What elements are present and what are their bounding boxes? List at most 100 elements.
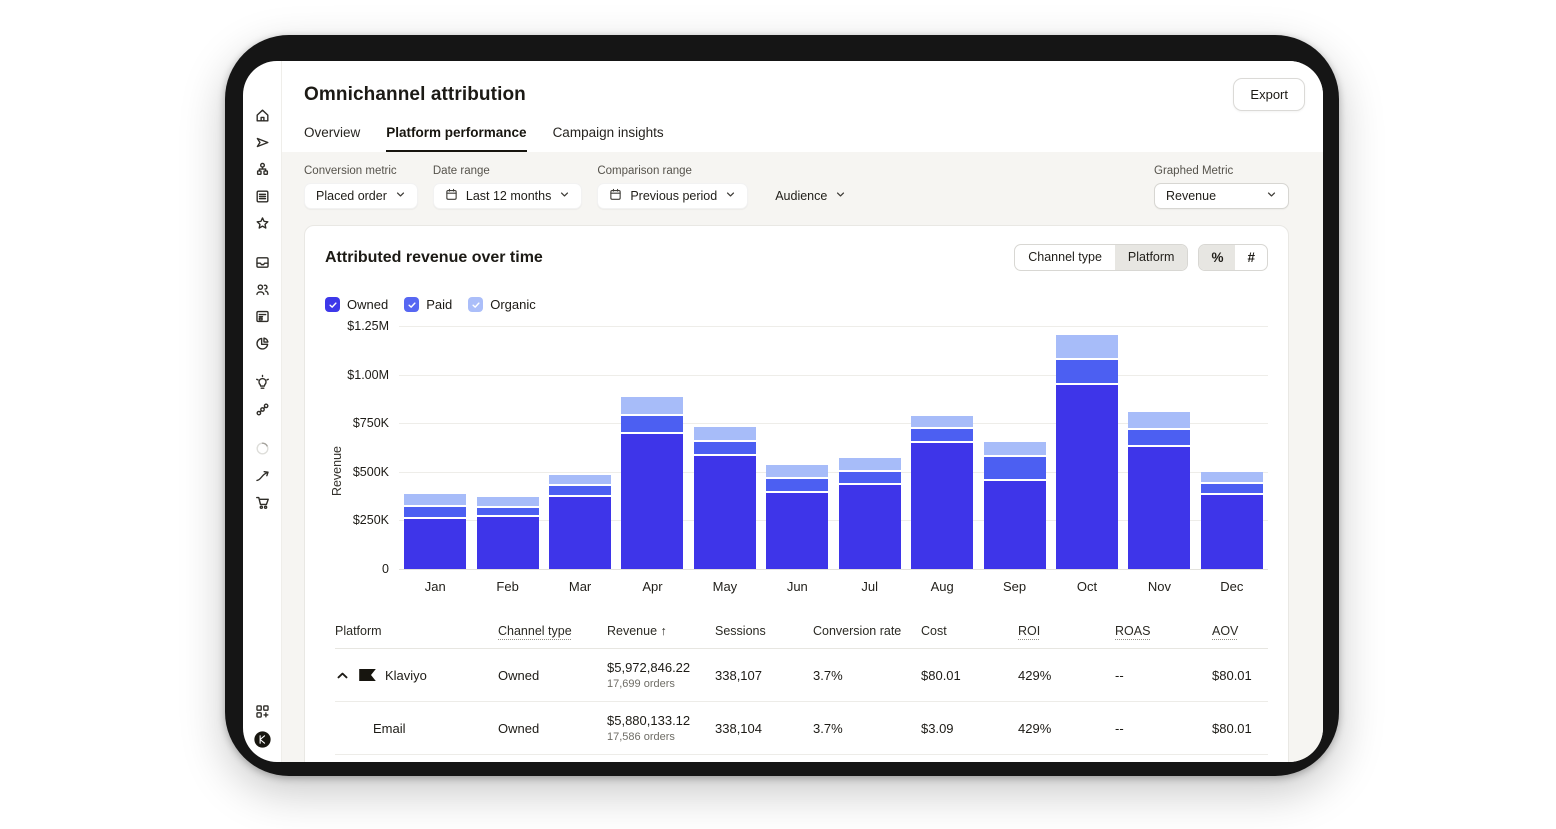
date-range-filter: Date range Last 12 months: [432, 165, 583, 209]
date-range-value: Last 12 months: [465, 189, 552, 203]
legend-label: Paid: [426, 297, 453, 312]
card-title: Attributed revenue over time: [325, 248, 543, 266]
date-range-dropdown[interactable]: Last 12 months: [432, 183, 583, 209]
chevron-down-icon: [835, 189, 846, 203]
conversion-metric-label: Conversion metric: [304, 165, 397, 177]
platform-cell: Klaviyo: [335, 668, 498, 683]
column-header-revenue[interactable]: Revenue ↑: [607, 624, 715, 638]
export-button[interactable]: Export: [1233, 78, 1305, 111]
bar-segment-organic: [476, 497, 539, 506]
stacked-bar-jan[interactable]: [404, 494, 467, 569]
stacked-bar-nov[interactable]: [1128, 412, 1191, 569]
send-icon[interactable]: [254, 134, 271, 151]
bar-segment-organic: [549, 475, 612, 484]
stacked-bar-jul[interactable]: [838, 458, 901, 569]
stacked-bar-dec[interactable]: [1200, 472, 1263, 569]
stacked-bar-mar[interactable]: [549, 475, 612, 569]
x-tick-label: May: [712, 579, 738, 594]
column-header-cost[interactable]: Cost: [921, 624, 1018, 638]
spinner-icon[interactable]: [254, 440, 271, 457]
bar-segment-owned: [911, 443, 974, 569]
column-header-roi[interactable]: ROI: [1018, 624, 1115, 638]
bar-segment-organic: [693, 427, 756, 440]
y-axis-title: Revenue: [330, 446, 344, 497]
audience-dropdown[interactable]: Audience: [763, 183, 858, 209]
audience-filter: Audience: [763, 183, 858, 209]
calendar-icon: [445, 188, 458, 204]
roas-cell: --: [1115, 667, 1124, 683]
column-header-channel-type[interactable]: Channel type: [498, 624, 607, 638]
cart-icon[interactable]: [254, 494, 271, 511]
bar-segment-paid: [404, 507, 467, 517]
content-body: Conversion metric Placed order Date rang…: [282, 152, 1323, 762]
chevron-up-icon[interactable]: [335, 668, 350, 683]
flow-icon[interactable]: [254, 161, 271, 178]
bar-segment-paid: [1056, 360, 1118, 383]
news-icon[interactable]: [254, 308, 271, 325]
toggle-channel-type[interactable]: Channel type: [1015, 245, 1115, 270]
graphed-metric-dropdown[interactable]: Revenue: [1154, 183, 1289, 209]
legend-item-owned[interactable]: Owned: [325, 297, 388, 312]
sidebar-bottom: [253, 703, 271, 748]
stacked-bar-feb[interactable]: [476, 497, 539, 569]
column-header-aov[interactable]: AOV: [1212, 624, 1268, 638]
bar-column-aug: [906, 326, 978, 569]
bar-column-jul: [834, 326, 906, 569]
users-icon[interactable]: [254, 281, 271, 298]
links-icon[interactable]: [254, 401, 271, 418]
conversion-metric-filter: Conversion metric Placed order: [304, 165, 418, 209]
klaviyo-flag-icon: [359, 669, 376, 681]
roi-cell: 429%: [1018, 667, 1052, 683]
bar-segment-paid: [621, 416, 684, 432]
comparison-range-dropdown[interactable]: Previous period: [597, 183, 749, 209]
tab-overview[interactable]: Overview: [304, 125, 360, 152]
table-row-email[interactable]: Email Owned $5,880,133.12 17,586 orders 338,…: [335, 702, 1268, 755]
stacked-bar-sep[interactable]: [983, 442, 1046, 569]
table-row-klaviyo[interactable]: Klaviyo Owned $5,972,846.22 17,699 orders 33…: [335, 649, 1268, 702]
stacked-bar-apr[interactable]: [621, 397, 684, 569]
channel-type-cell: Owned: [498, 720, 540, 736]
pie-icon[interactable]: [254, 335, 271, 352]
stacked-bar-oct[interactable]: [1056, 335, 1118, 569]
audience-value: Audience: [775, 189, 828, 203]
platform-table: Platform Channel type Revenue ↑ Sessions Con…: [335, 624, 1268, 755]
checkbox-paid[interactable]: [404, 297, 420, 312]
trend-icon[interactable]: [254, 467, 271, 484]
checkbox-organic[interactable]: [468, 297, 484, 312]
star-icon[interactable]: [254, 215, 271, 232]
comparison-range-label: Comparison range: [597, 165, 692, 177]
bulb-icon[interactable]: [254, 374, 271, 391]
column-header-sessions[interactable]: Sessions: [715, 624, 813, 638]
bar-segment-organic: [1056, 335, 1118, 358]
tab-campaign-insights[interactable]: Campaign insights: [553, 125, 664, 152]
bar-segment-owned: [621, 434, 684, 569]
stacked-bar-jun[interactable]: [766, 465, 829, 569]
table-header-row: Platform Channel type Revenue ↑ Sessions Con…: [335, 624, 1268, 649]
app-window: Omnichannel attribution Export Overview P…: [243, 61, 1323, 762]
toggle-platform[interactable]: Platform: [1114, 245, 1188, 270]
format--[interactable]: %: [1199, 245, 1236, 270]
tab-bar: Overview Platform performance Campaign ins…: [304, 125, 1305, 152]
x-tick-label: Mar: [568, 579, 592, 594]
bar-column-apr: [616, 326, 688, 569]
column-header-conversion-rate[interactable]: Conversion rate: [813, 624, 921, 638]
sessions-cell: 338,107: [715, 667, 762, 683]
platform-cell: Email: [335, 721, 498, 736]
stacked-bar-may[interactable]: [693, 427, 756, 569]
checkbox-owned[interactable]: [325, 297, 340, 312]
apps-icon[interactable]: [254, 703, 271, 720]
tray-icon[interactable]: [254, 254, 271, 271]
chart-legend: Owned Paid Organic: [325, 297, 1268, 312]
legend-item-paid[interactable]: Paid: [404, 297, 452, 312]
bar-segment-owned: [1200, 495, 1263, 569]
legend-item-organic[interactable]: Organic: [468, 297, 536, 312]
home-icon[interactable]: [254, 107, 271, 124]
column-header-platform[interactable]: Platform: [335, 624, 498, 638]
list-icon[interactable]: [254, 188, 271, 205]
tab-platform-performance[interactable]: Platform performance: [386, 125, 527, 152]
conversion-metric-dropdown[interactable]: Placed order: [304, 183, 418, 209]
klaviyo-badge-icon[interactable]: [253, 731, 271, 748]
stacked-bar-aug[interactable]: [911, 416, 974, 569]
column-header-roas[interactable]: ROAS: [1115, 624, 1212, 638]
format--[interactable]: #: [1235, 245, 1267, 270]
